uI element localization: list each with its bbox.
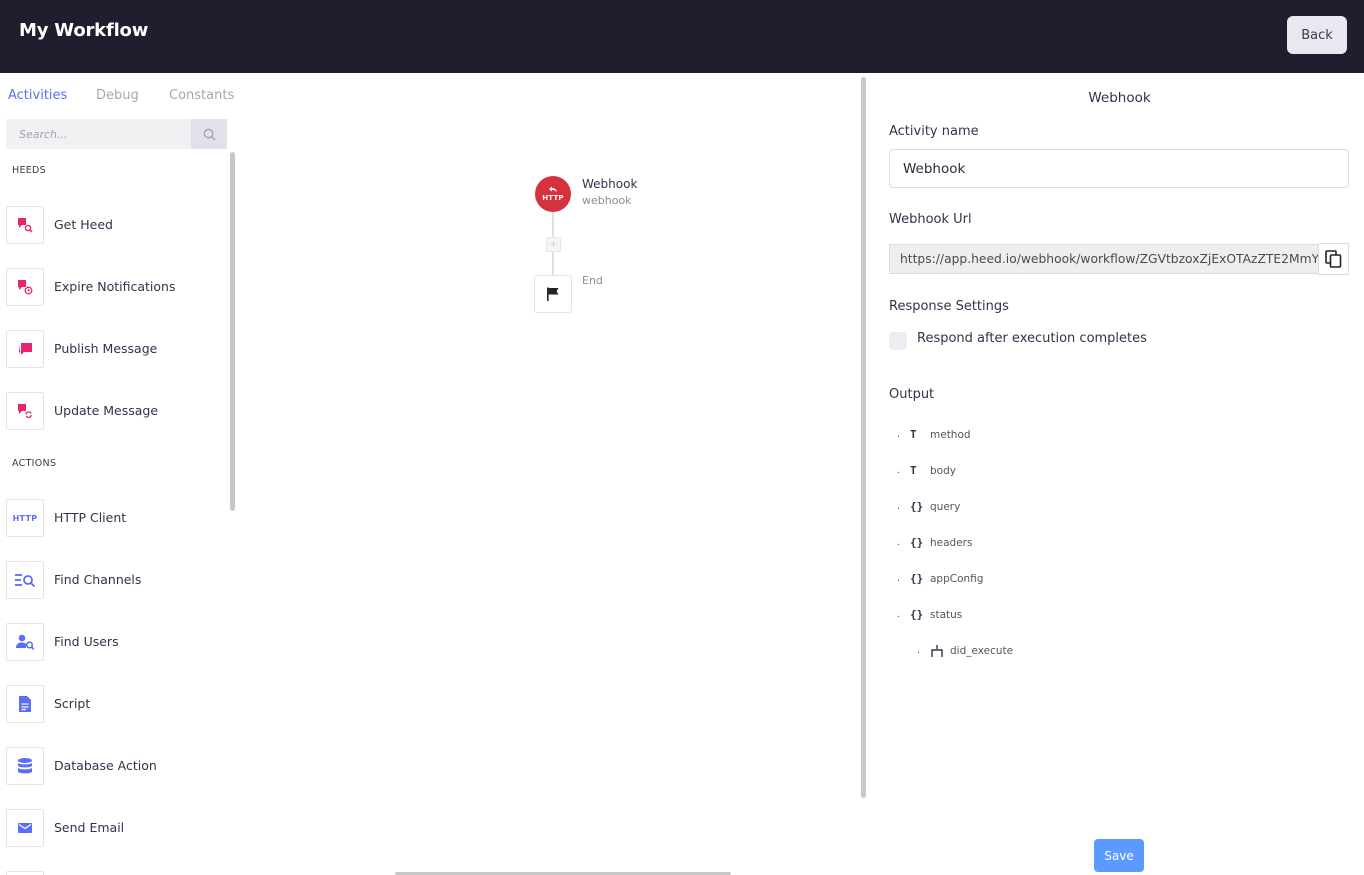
end-node-title: End — [582, 274, 603, 287]
search-icon — [203, 128, 215, 140]
output-key: appConfig — [930, 573, 984, 585]
tab-debug[interactable]: Debug — [96, 88, 139, 103]
webhook-node[interactable]: HTTP — [535, 176, 571, 212]
output-bullet: . — [897, 429, 901, 440]
activity-label: Update Message — [54, 403, 159, 418]
activity-next-box — [6, 871, 44, 875]
object-type-icon: {} — [910, 500, 924, 513]
heed-search-icon — [6, 206, 44, 244]
output-key: body — [930, 465, 956, 477]
activity-script[interactable]: Script — [6, 685, 226, 723]
section-label-actions: ACTIONS — [12, 458, 57, 469]
activity-label: Send Email — [54, 820, 125, 835]
webhook-url-label: Webhook Url — [889, 212, 972, 227]
activity-label: HTTP Client — [54, 510, 127, 525]
activities-sidebar: Activities Debug Constants HEEDS Get Hee… — [0, 73, 238, 875]
http-icon: HTTP — [6, 499, 44, 537]
output-bullet: . — [897, 465, 901, 476]
object-type-icon: {} — [910, 536, 924, 549]
activity-find-channels[interactable]: Find Channels — [6, 561, 226, 599]
activity-publish-message[interactable]: Publish Message — [6, 330, 226, 368]
output-key: status — [930, 609, 963, 621]
copy-url-button[interactable] — [1318, 243, 1349, 275]
text-type-icon: T — [910, 464, 917, 477]
activity-name-label: Activity name — [889, 124, 979, 139]
response-settings-label: Response Settings — [889, 299, 1009, 314]
activity-name-input[interactable] — [889, 149, 1349, 188]
add-step-button[interactable]: + — [546, 237, 561, 252]
output-key: query — [930, 501, 961, 513]
output-bullet: . — [897, 501, 901, 512]
activity-label: Database Action — [54, 758, 157, 773]
save-button[interactable]: Save — [1094, 839, 1144, 872]
search-input[interactable] — [6, 119, 191, 149]
output-key: headers — [930, 537, 973, 549]
email-icon — [6, 809, 44, 847]
workflow-canvas[interactable]: HTTP Webhook webhook + End — [238, 73, 860, 875]
tab-constants[interactable]: Constants — [169, 88, 234, 103]
respond-after-checkbox[interactable] — [889, 332, 907, 350]
webhook-url-field[interactable]: https://app.heed.io/webhook/workflow/ZGV… — [889, 244, 1319, 274]
activity-next[interactable] — [6, 871, 226, 875]
tab-activities[interactable]: Activities — [8, 88, 67, 103]
search-button[interactable] — [191, 119, 227, 149]
activity-http-client[interactable]: HTTP HTTP Client — [6, 499, 226, 537]
output-bullet: . — [897, 573, 901, 584]
panel-title: Webhook — [1088, 90, 1151, 106]
output-key: did_execute — [950, 645, 1014, 657]
webhook-node-title: Webhook — [582, 177, 638, 191]
http-icon-text: HTTP — [12, 513, 38, 523]
find-channels-icon — [6, 561, 44, 599]
activity-label: Find Channels — [54, 572, 142, 587]
boolean-type-icon — [931, 645, 943, 657]
activity-settings-panel: Webhook Activity name Webhook Url https:… — [866, 73, 1364, 875]
activity-get-heed[interactable]: Get Heed — [6, 206, 226, 244]
activity-label: Publish Message — [54, 341, 158, 356]
output-key: method — [930, 429, 971, 441]
activity-expire-notifications[interactable]: Expire Notifications — [6, 268, 226, 306]
find-users-icon — [6, 623, 44, 661]
respond-after-label: Respond after execution completes — [917, 331, 1147, 346]
document-icon — [6, 685, 44, 723]
heed-update-icon — [6, 392, 44, 430]
section-label-heeds: HEEDS — [12, 165, 46, 176]
sidebar-scrollbar[interactable] — [230, 152, 235, 511]
activity-send-email[interactable]: Send Email — [6, 809, 226, 847]
object-type-icon: {} — [910, 608, 924, 621]
heed-expire-icon — [6, 268, 44, 306]
activity-database-action[interactable]: Database Action — [6, 747, 226, 785]
end-node[interactable] — [534, 275, 572, 313]
page-title: My Workflow — [19, 20, 149, 41]
webhook-node-icon-text: HTTP — [542, 194, 564, 202]
output-label: Output — [889, 387, 935, 402]
activity-label: Find Users — [54, 634, 119, 649]
activity-search — [6, 119, 227, 149]
message-icon — [6, 330, 44, 368]
output-bullet: . — [897, 609, 901, 620]
back-button[interactable]: Back — [1287, 16, 1347, 54]
activity-label: Expire Notifications — [54, 279, 176, 294]
copy-icon — [1325, 250, 1342, 268]
activity-find-users[interactable]: Find Users — [6, 623, 226, 661]
database-icon — [6, 747, 44, 785]
activity-label: Get Heed — [54, 217, 113, 232]
flag-icon — [547, 287, 559, 301]
app-header: My Workflow Back — [0, 0, 1364, 73]
webhook-icon — [549, 186, 557, 193]
object-type-icon: {} — [910, 572, 924, 585]
activity-update-message[interactable]: Update Message — [6, 392, 226, 430]
output-bullet: . — [917, 645, 921, 656]
activity-label: Script — [54, 696, 91, 711]
text-type-icon: T — [910, 428, 917, 441]
webhook-node-subtitle: webhook — [582, 194, 632, 207]
output-bullet: . — [897, 537, 901, 548]
